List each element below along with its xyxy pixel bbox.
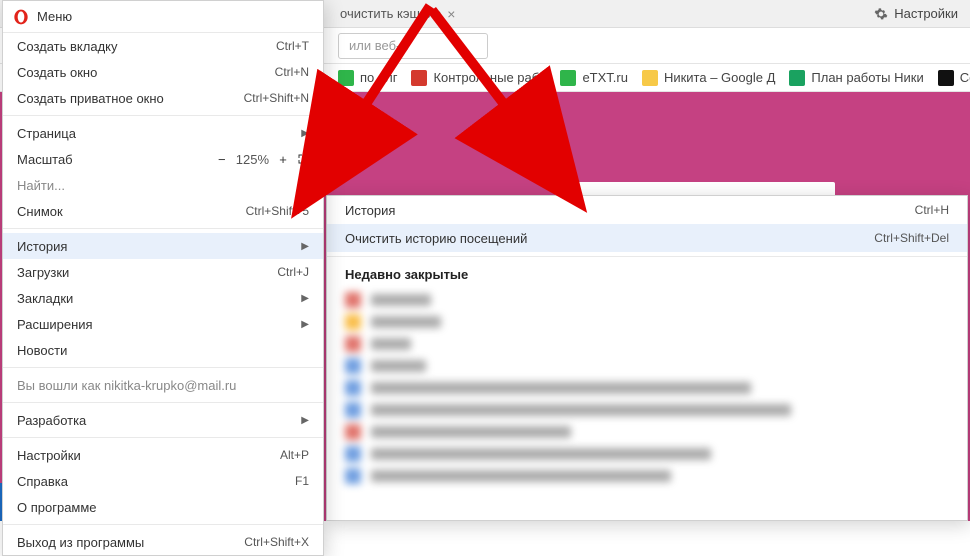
menu-item-settings[interactable]: Настройки Alt+P [3,442,323,468]
menu-item-account[interactable]: Вы вошли как nikitka-krupko@mail.ru [3,372,323,398]
recent-items-blurred [327,288,967,488]
menu-item-snapshot[interactable]: Снимок Ctrl+Shift+5 [3,198,323,224]
chevron-right-icon: ▶ [301,241,309,252]
menu-item-2[interactable]: Создать приватное окноCtrl+Shift+N [3,85,323,111]
chevron-right-icon: ▶ [301,319,309,330]
bookmark-item-5[interactable]: Се [938,70,970,86]
menu-item-help[interactable]: Справка F1 [3,468,323,494]
menu-item-dev[interactable]: Разработка ▶ [3,407,323,433]
menu-item-bookmarks[interactable]: Закладки ▶ [3,285,323,311]
bookmark-favicon [560,70,576,86]
menu-item-history[interactable]: История ▶ [3,233,323,259]
submenu-item-history[interactable]: История Ctrl+H [327,196,967,224]
bookmark-favicon [789,70,805,86]
tab-title: очистить кэш в о [340,6,441,21]
submenu-recent-heading: Недавно закрытые [327,261,967,288]
bookmark-favicon [338,70,354,86]
fullscreen-icon[interactable] [297,153,309,165]
bookmark-favicon [411,70,427,86]
menu-item-1[interactable]: Создать окноCtrl+N [3,59,323,85]
menu-item-zoom: Масштаб − 125% + [3,146,323,172]
bookmark-item-1[interactable]: Контрольные рабо [411,70,546,86]
zoom-in-button[interactable]: + [275,152,291,167]
active-tab[interactable]: очистить кэш в о × [330,0,465,27]
menu-header: Меню [3,1,323,33]
menu-item-page[interactable]: Страница ▶ [3,120,323,146]
chevron-right-icon: ▶ [301,293,309,304]
chevron-right-icon: ▶ [301,415,309,426]
bookmark-item-0[interactable]: по алг [338,70,397,86]
settings-button[interactable]: Настройки [862,0,970,27]
bookmark-favicon [642,70,658,86]
menu-item-news[interactable]: Новости [3,337,323,363]
menu-item-0[interactable]: Создать вкладкуCtrl+T [3,33,323,59]
submenu-item-clear-history[interactable]: Очистить историю посещений Ctrl+Shift+De… [327,224,967,252]
bookmark-item-3[interactable]: Никита – Google Д [642,70,775,86]
bookmark-favicon [938,70,954,86]
menu-item-downloads[interactable]: Загрузки Ctrl+J [3,259,323,285]
chevron-right-icon: ▶ [301,128,309,139]
settings-label: Настройки [894,6,958,21]
menu-item-extensions[interactable]: Расширения ▶ [3,311,323,337]
bookmark-item-2[interactable]: eTXT.ru [560,70,628,86]
gear-icon [874,7,888,21]
zoom-value: 125% [236,152,269,167]
opera-icon [13,9,29,25]
main-menu: Меню Создать вкладкуCtrl+TСоздать окноCt… [2,0,324,556]
menu-item-exit[interactable]: Выход из программы Ctrl+Shift+X [3,529,323,555]
zoom-out-button[interactable]: − [214,152,230,167]
address-input[interactable]: или веб-а [338,33,488,59]
tab-close-icon[interactable]: × [447,7,455,21]
menu-title: Меню [37,9,72,24]
bookmark-item-4[interactable]: План работы Ники [789,70,923,86]
history-submenu: История Ctrl+H Очистить историю посещени… [326,195,968,521]
menu-item-find[interactable]: Найти... [3,172,323,198]
menu-item-about[interactable]: О программе [3,494,323,520]
